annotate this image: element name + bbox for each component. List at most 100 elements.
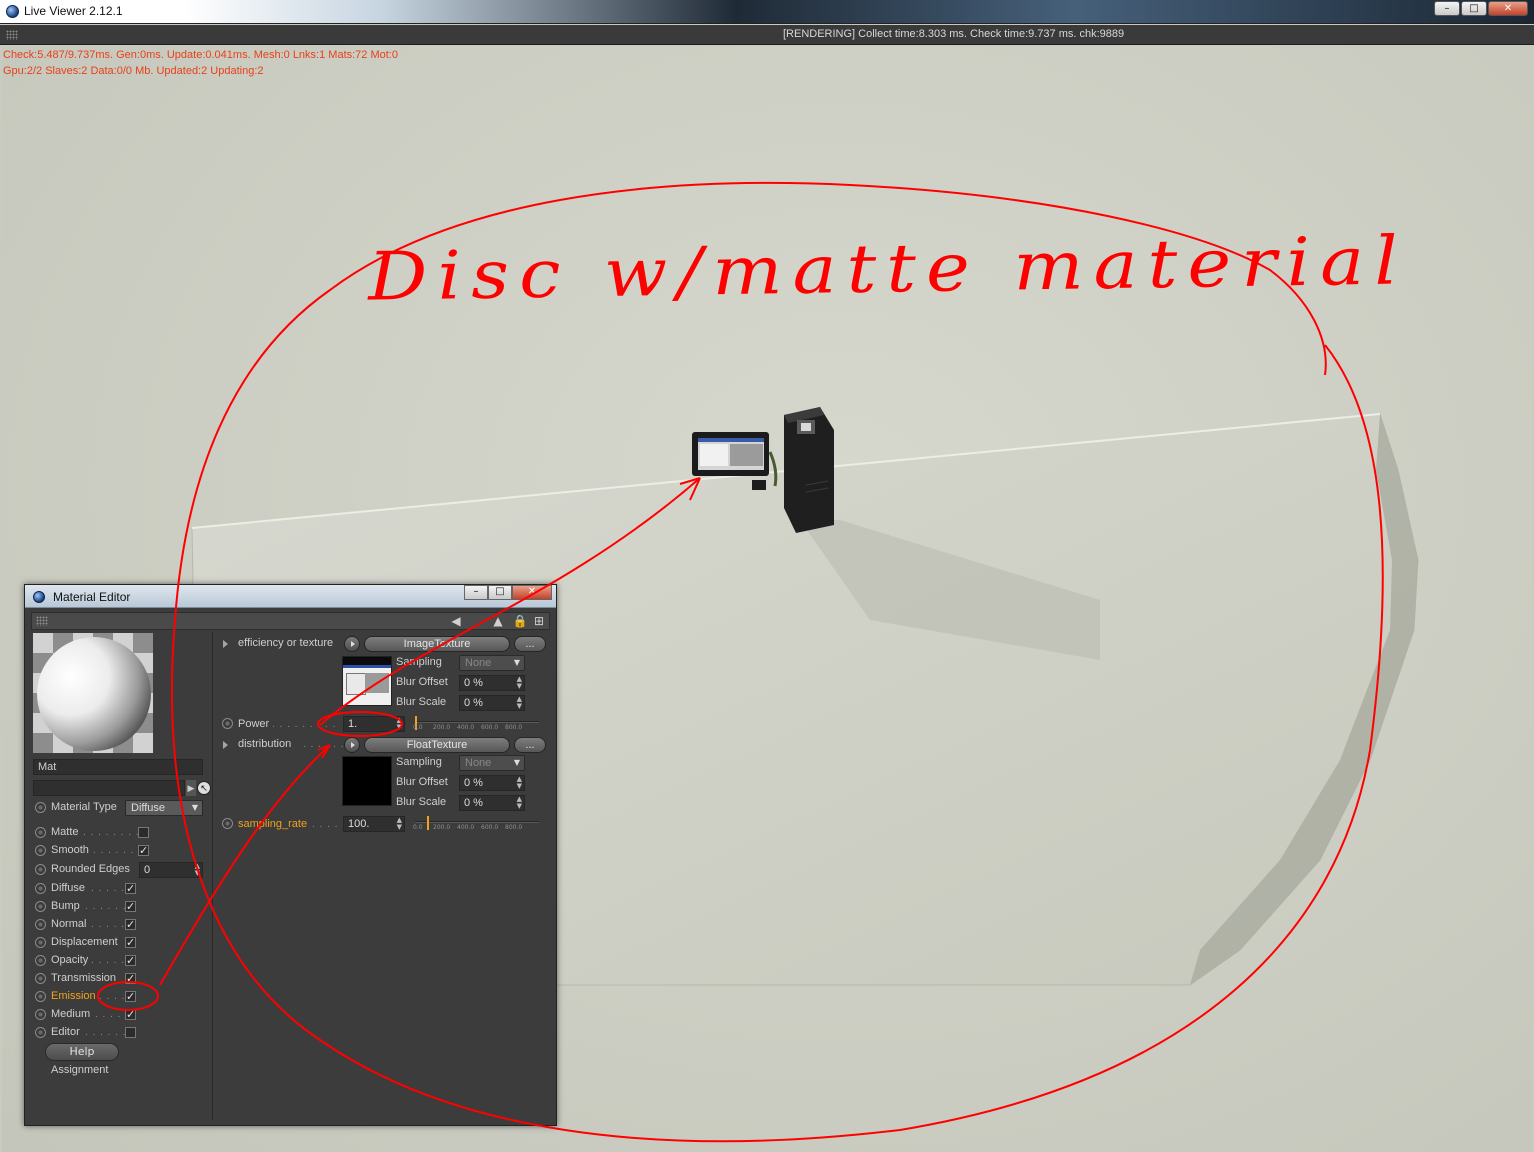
efficiency-more-button[interactable]: ... — [514, 636, 546, 652]
material-link-field[interactable] — [33, 780, 185, 796]
power-slider[interactable]: 0.0 200.0 400.0 600.0 800.0 — [413, 716, 539, 731]
spin-arrows-icon[interactable]: ▲ ▼ — [517, 796, 522, 810]
sampling-value: None — [465, 657, 492, 669]
channel-normal-radio[interactable] — [35, 919, 46, 930]
channel-opacity-checkbox[interactable]: ✓ — [125, 955, 136, 966]
power-value: 1. — [348, 718, 358, 730]
channel-editor-radio[interactable] — [35, 1027, 46, 1038]
material-editor-window-controls: – □ ✕ — [464, 585, 552, 600]
channel-transmission-radio[interactable] — [35, 973, 46, 984]
blur-offset-field[interactable]: 0 % ▲ ▼ — [459, 675, 525, 691]
spin-arrows-icon[interactable]: ▲ ▼ — [517, 676, 522, 690]
channel-emission-checkbox[interactable]: ✓ — [125, 991, 136, 1002]
channel-medium-label: Medium — [51, 1008, 91, 1020]
material-preview[interactable] — [33, 633, 153, 753]
channel-displacement-radio[interactable] — [35, 937, 46, 948]
spin-arrows-icon[interactable]: ▲ ▼ — [397, 717, 402, 731]
sampling-label: Sampling — [396, 656, 442, 668]
material-type-select[interactable]: Diffuse ▼ — [125, 800, 203, 816]
arrow-up-icon[interactable]: ▲ — [490, 614, 506, 629]
blur-offset-label: Blur Offset — [396, 676, 448, 688]
blur-offset-value: 0 % — [464, 677, 483, 689]
sampling-rate-radio[interactable] — [222, 818, 233, 829]
material-type-radio[interactable] — [35, 802, 46, 813]
expand-distribution-icon[interactable] — [223, 741, 228, 749]
power-field[interactable]: 1. ▲ ▼ — [343, 716, 405, 732]
slider-tick: 600.0 — [481, 824, 499, 831]
material-editor-titlebar[interactable]: Material Editor – □ ✕ — [25, 585, 556, 608]
stats-line-1: Check:5.487/9.737ms. Gen:0ms. Update:0.0… — [3, 49, 398, 61]
slider-tick: 400.0 — [457, 824, 475, 831]
efficiency-play-icon[interactable] — [344, 636, 360, 652]
spin-arrows-icon[interactable]: ▲ ▼ — [397, 817, 402, 831]
preview-sphere — [37, 637, 151, 751]
slider-tick: 600.0 — [481, 724, 499, 731]
slider-tick: 800.0 — [505, 824, 523, 831]
blur-offset2-field[interactable]: 0 % ▲ ▼ — [459, 775, 525, 791]
channel-smooth-radio[interactable] — [35, 845, 46, 856]
channel-medium-radio[interactable] — [35, 1009, 46, 1020]
channel-transmission-checkbox[interactable]: ✓ — [125, 973, 136, 984]
float-texture-button[interactable]: FloatTexture — [364, 737, 510, 753]
sampling-select[interactable]: None ▼ — [459, 655, 525, 671]
material-name-field[interactable]: Mat — [33, 759, 203, 775]
blur-scale-field[interactable]: 0 % ▲ ▼ — [459, 695, 525, 711]
channel-matte-radio[interactable] — [35, 827, 46, 838]
channel-emission-label[interactable]: Emission — [51, 990, 96, 1002]
link-arrow-icon[interactable]: ▶ — [186, 780, 196, 796]
channel-smooth-checkbox[interactable]: ✓ — [138, 845, 149, 856]
channel-rounded-edges-radio[interactable] — [35, 864, 46, 875]
slider-tick: 400.0 — [457, 724, 475, 731]
pick-cursor-icon[interactable]: ↖ — [197, 781, 211, 795]
channel-medium-dots: . . . . — [95, 1009, 122, 1020]
sampling-rate-field[interactable]: 100. ▲ ▼ — [343, 816, 405, 832]
spin-arrows-icon[interactable]: ▲ ▼ — [195, 863, 200, 877]
power-radio[interactable] — [222, 718, 233, 729]
me-maximize-button[interactable]: □ — [488, 585, 512, 600]
spin-arrows-icon[interactable]: ▲ ▼ — [517, 696, 522, 710]
material-params-panel: efficiency or texture ImageTexture ... S… — [215, 632, 550, 1120]
channel-opacity-radio[interactable] — [35, 955, 46, 966]
channel-bump-radio[interactable] — [35, 901, 46, 912]
blur-scale2-field[interactable]: 0 % ▲ ▼ — [459, 795, 525, 811]
help-button[interactable]: Help — [45, 1043, 119, 1061]
material-editor-logo-icon — [33, 591, 45, 603]
channel-matte-checkbox[interactable] — [138, 827, 149, 838]
arrow-left-icon[interactable]: ◀ — [448, 614, 464, 629]
spin-arrows-icon[interactable]: ▲ ▼ — [517, 776, 522, 790]
efficiency-label: efficiency or texture — [238, 637, 334, 649]
channel-diffuse-checkbox[interactable]: ✓ — [125, 883, 136, 894]
me-minimize-button[interactable]: – — [464, 585, 488, 600]
channel-displacement-checkbox[interactable]: ✓ — [125, 937, 136, 948]
pc-tower-model — [784, 407, 834, 533]
channel-matte-label: Matte — [51, 826, 79, 838]
plus-icon[interactable]: ⊞ — [531, 614, 547, 629]
channel-normal-checkbox[interactable]: ✓ — [125, 919, 136, 930]
image-texture-button[interactable]: ImageTexture — [364, 636, 510, 652]
toolbar-grip-icon[interactable] — [36, 616, 48, 626]
channel-emission-radio[interactable] — [35, 991, 46, 1002]
sampling-rate-slider[interactable]: 0.0 200.0 400.0 600.0 800.0 — [413, 816, 539, 831]
channel-editor-checkbox[interactable] — [125, 1027, 136, 1038]
expand-efficiency-icon[interactable] — [223, 640, 228, 648]
channel-diffuse-radio[interactable] — [35, 883, 46, 894]
channel-editor-dots: . . . . . . — [85, 1027, 127, 1038]
me-close-button[interactable]: ✕ — [512, 585, 552, 600]
image-texture-thumbnail[interactable] — [342, 656, 392, 706]
lock-icon[interactable]: 🔒 — [512, 614, 528, 629]
distribution-label: distribution — [238, 738, 292, 750]
channel-opacity-dots: . . . . . — [91, 955, 126, 966]
chevron-down-icon: ▼ — [513, 658, 520, 667]
channel-medium-checkbox[interactable]: ✓ — [125, 1009, 136, 1020]
float-texture-thumbnail[interactable] — [342, 756, 392, 806]
distribution-more-button[interactable]: ... — [514, 737, 546, 753]
sampling-rate-slider-handle[interactable] — [427, 816, 430, 830]
rounded-edges-field[interactable]: 0 ▲ ▼ — [139, 862, 203, 878]
channel-bump-checkbox[interactable]: ✓ — [125, 901, 136, 912]
sampling-rate-slider-track — [415, 821, 539, 823]
sampling2-select[interactable]: None ▼ — [459, 755, 525, 771]
assignment-label[interactable]: Assignment — [51, 1064, 108, 1076]
channel-opacity-label: Opacity — [51, 954, 89, 966]
distribution-play-icon[interactable] — [344, 737, 360, 753]
channel-displacement-label: Displacement — [51, 936, 118, 948]
